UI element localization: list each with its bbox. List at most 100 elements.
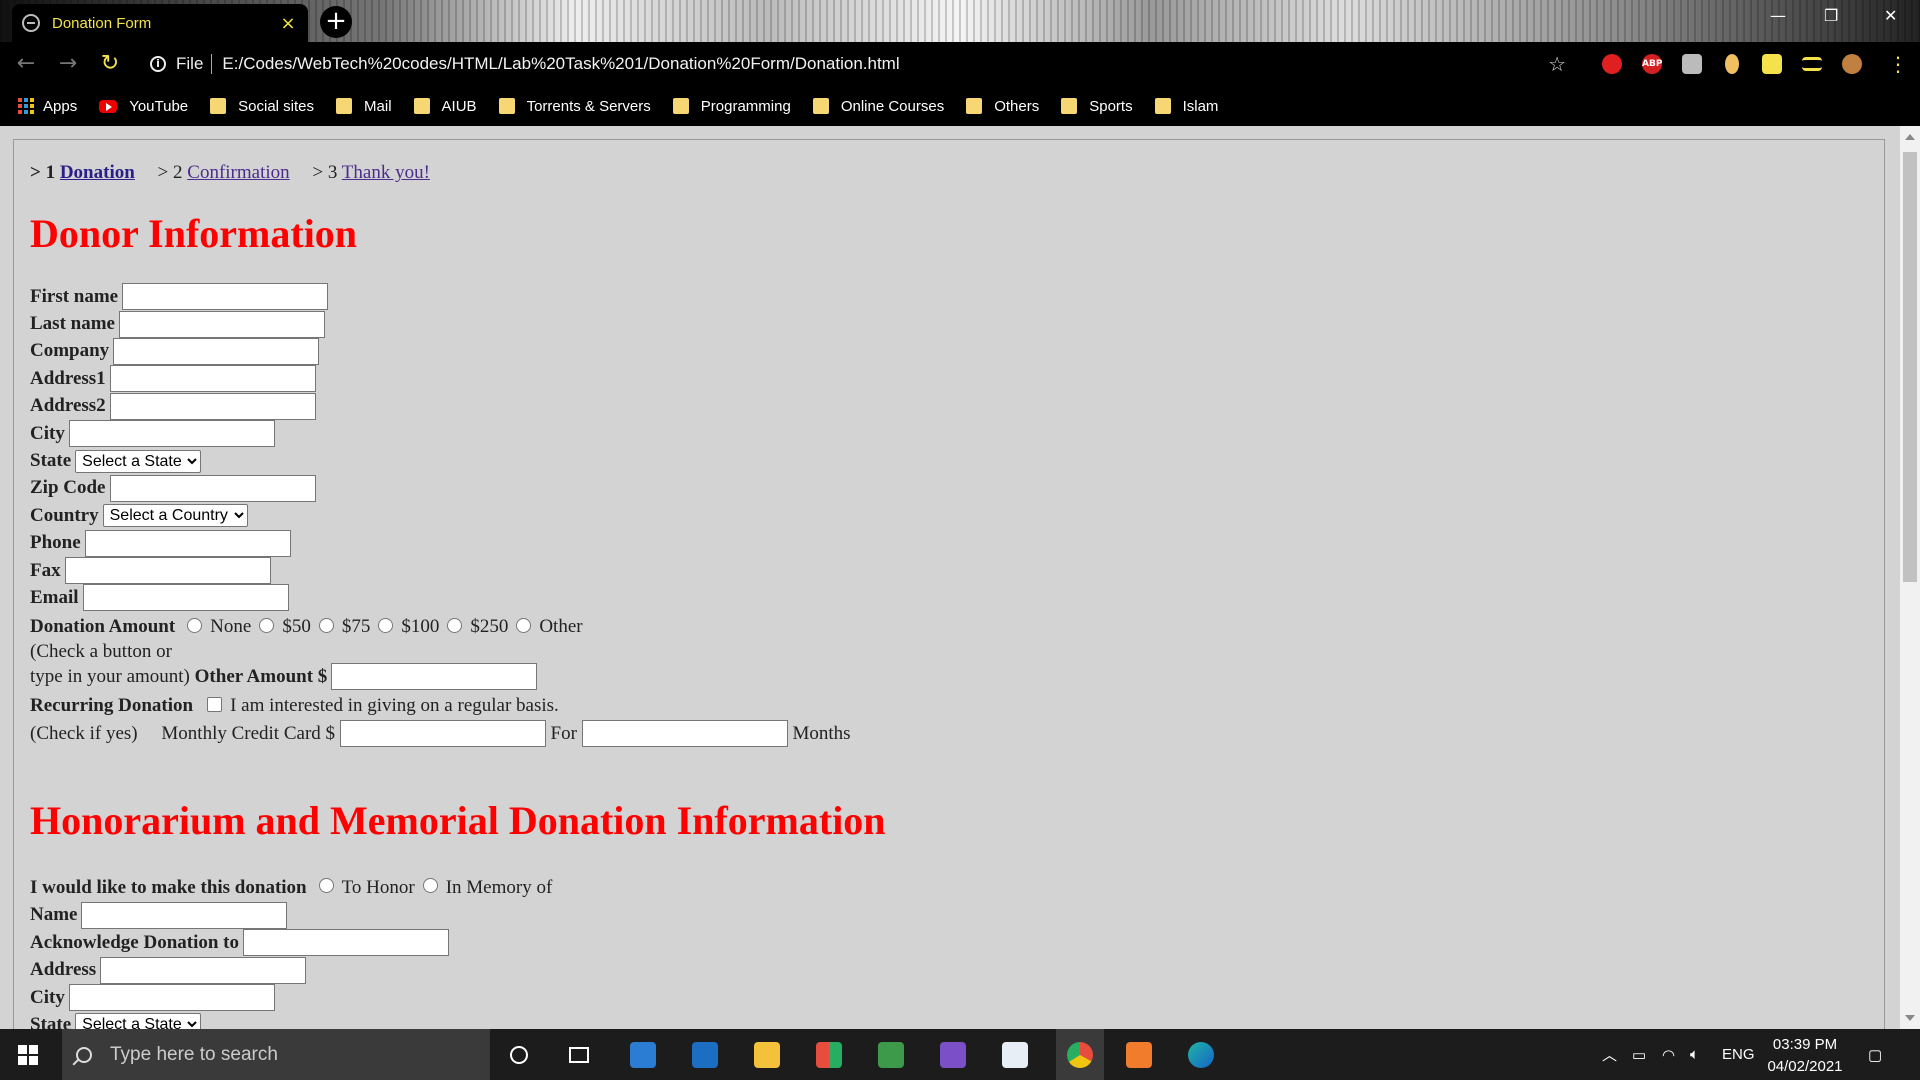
radio-in-memory[interactable] [422, 878, 438, 894]
honoree-name-input[interactable] [81, 901, 288, 929]
ext-gray-icon[interactable] [1682, 54, 1702, 74]
taskbar-search[interactable]: Type here to search [62, 1029, 490, 1080]
bookmark-label: YouTube [129, 97, 189, 115]
tray-chevron-icon[interactable]: ︿ [1602, 1029, 1617, 1080]
radio-to-honor[interactable] [318, 878, 334, 894]
windows-taskbar: Type here to search ︿ ▭ ◠ 🔈︎ ENG 03:39 P… [0, 1029, 1920, 1080]
new-tab-button[interactable]: + [320, 6, 352, 38]
state-select[interactable]: Select a State [75, 449, 202, 473]
bookmark-folder-mail[interactable]: Mail [336, 98, 392, 115]
tab-close-icon[interactable]: × [278, 13, 298, 34]
battery-icon[interactable]: ▭ [1632, 1029, 1646, 1080]
bookmark-folder-online-courses[interactable]: Online Courses [812, 98, 944, 115]
windows-start-icon[interactable] [18, 1045, 38, 1065]
phone-label: Phone [30, 532, 81, 554]
ext-red-icon[interactable] [1602, 54, 1622, 74]
mail-app-icon[interactable] [688, 1038, 722, 1072]
menu-icon[interactable]: ⋮ [1888, 54, 1908, 74]
first-name-input[interactable] [122, 283, 329, 311]
recurring-checkbox[interactable] [207, 696, 223, 712]
wifi-icon[interactable]: ◠ [1662, 1029, 1675, 1080]
zip-code-input[interactable] [109, 474, 316, 502]
ext-cookie-icon[interactable] [1725, 54, 1739, 74]
email-input[interactable] [82, 584, 289, 612]
bookmark-folder-programming[interactable]: Programming [672, 98, 791, 115]
phone-input[interactable] [84, 529, 291, 557]
info-icon[interactable]: i [150, 56, 166, 72]
bookmark-folder-torrents[interactable]: Torrents & Servers [498, 98, 651, 115]
last-name-input[interactable] [118, 310, 325, 338]
minimize-icon[interactable]: — [1770, 6, 1786, 25]
honoree-city-input[interactable] [68, 984, 275, 1011]
maximize-icon[interactable]: ❐ [1824, 6, 1838, 25]
office-icon[interactable] [812, 1038, 846, 1072]
radio-250[interactable] [447, 617, 463, 633]
link-donation[interactable]: Donation [60, 162, 135, 183]
store-icon[interactable] [626, 1038, 660, 1072]
taskbar-clock[interactable]: 03:39 PM 04/02/2021 [1760, 1034, 1850, 1078]
back-arrow-icon[interactable]: ← [10, 48, 42, 80]
notifications-icon[interactable]: ▢ [1868, 1029, 1882, 1080]
bookmark-folder-aiub[interactable]: AIUB [413, 98, 477, 115]
sublime-text-icon[interactable] [1122, 1038, 1156, 1072]
adblock-icon[interactable]: ABP [1642, 54, 1662, 74]
task-view-icon[interactable] [562, 1038, 596, 1072]
monthly-cc-input[interactable] [339, 720, 546, 748]
radio-100[interactable] [378, 617, 394, 633]
bookmark-apps[interactable]: Apps [18, 98, 77, 115]
file-explorer-icon[interactable] [750, 1038, 784, 1072]
profile-avatar-icon[interactable] [1842, 54, 1862, 74]
youtube-icon [99, 99, 118, 113]
radio-50[interactable] [259, 617, 275, 633]
bookmark-star-icon[interactable]: ☆ [1548, 52, 1566, 76]
radio-75[interactable] [318, 617, 334, 633]
edge-icon[interactable] [1184, 1038, 1218, 1072]
months-input[interactable] [581, 720, 788, 748]
volume-icon[interactable]: 🔈︎ [1690, 1029, 1699, 1080]
link-thank-you[interactable]: Thank you! [342, 162, 430, 183]
search-icon [76, 1046, 92, 1063]
close-window-icon[interactable]: ✕ [1884, 6, 1897, 25]
paint-icon[interactable] [998, 1038, 1032, 1072]
radio-other[interactable] [516, 617, 532, 633]
bookmark-folder-others[interactable]: Others [966, 98, 1039, 115]
honoree-address-input[interactable] [100, 956, 307, 984]
photos-icon[interactable] [874, 1038, 908, 1072]
bookmark-folder-islam[interactable]: Islam [1154, 98, 1218, 115]
url-text[interactable]: E:/Codes/WebTech%20codes/HTML/Lab%20Task… [222, 54, 1548, 74]
honoree-address-label: Address [30, 959, 97, 981]
step-3: > 3 Thank you! [312, 162, 430, 183]
forward-arrow-icon[interactable]: → [52, 48, 84, 80]
country-select[interactable]: Select a Country [102, 504, 248, 528]
cortana-icon[interactable] [502, 1038, 536, 1072]
bookmark-folder-sports[interactable]: Sports [1061, 98, 1133, 115]
browser-tab[interactable]: Donation Form × [12, 4, 308, 42]
bookmark-youtube[interactable]: YouTube [99, 98, 188, 115]
scroll-thumb[interactable] [1903, 152, 1917, 582]
address1-input[interactable] [109, 365, 316, 393]
radio-none[interactable] [187, 617, 203, 633]
chrome-icon[interactable] [1056, 1029, 1104, 1080]
reading-list-icon[interactable] [1802, 57, 1822, 71]
email-label: Email [30, 586, 79, 608]
other-amount-input[interactable] [331, 663, 538, 691]
visual-studio-icon[interactable] [936, 1038, 970, 1072]
city-input[interactable] [68, 420, 275, 448]
honoree-state-label: State [30, 1013, 72, 1029]
honoree-state-select[interactable]: Select a State [75, 1013, 202, 1029]
fax-input[interactable] [64, 557, 271, 585]
language-indicator[interactable]: ENG [1722, 1029, 1755, 1080]
link-confirmation[interactable]: Confirmation [187, 162, 289, 183]
address-bar[interactable]: i File E:/Codes/WebTech%20codes/HTML/Lab… [138, 48, 1580, 80]
folder-icon [812, 98, 829, 114]
reload-icon[interactable]: ↻ [94, 48, 126, 80]
company-input[interactable] [113, 337, 320, 365]
page-scrollbar[interactable] [1900, 126, 1920, 1029]
step-prefix: > 3 [312, 162, 338, 183]
acknowledge-input[interactable] [243, 929, 450, 957]
scroll-down-icon[interactable] [1905, 1015, 1915, 1021]
address2-input[interactable] [109, 392, 316, 420]
scroll-up-icon[interactable] [1905, 134, 1915, 140]
puzzle-icon[interactable] [1762, 54, 1782, 74]
bookmark-folder-social-sites[interactable]: Social sites [210, 98, 314, 115]
